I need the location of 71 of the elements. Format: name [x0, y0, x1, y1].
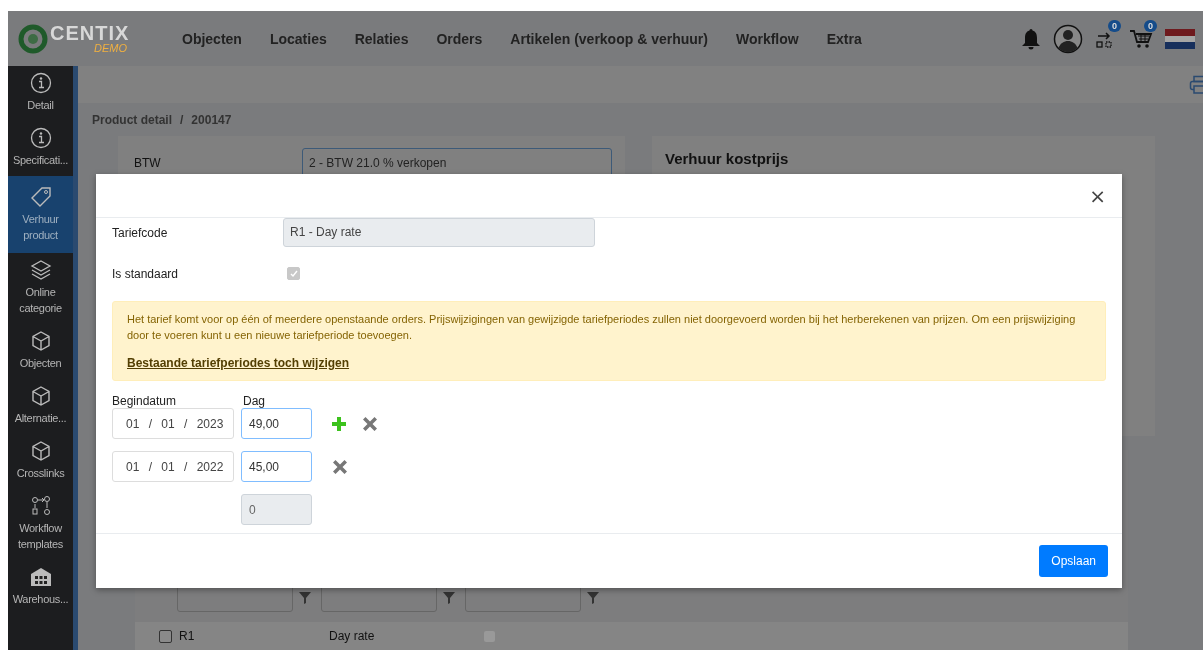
nav-link[interactable]: Workflow: [735, 30, 799, 47]
edit-periods-link[interactable]: Bestaande tariefperiodes toch wijzigen: [127, 356, 350, 370]
breadcrumb-separator: /: [180, 112, 184, 127]
sidebar-label: Verhuur product: [21, 212, 60, 243]
info-icon: [29, 72, 52, 94]
sidebar-label: Crosslinks: [15, 466, 66, 481]
sidebar-label: Online categorie: [18, 285, 63, 316]
notifications-bell-icon[interactable]: [1021, 27, 1041, 50]
date-field[interactable]: 01 / 01 / 2022: [112, 451, 234, 482]
nav-link[interactable]: Objecten: [182, 30, 242, 47]
date-field[interactable]: 01 / 01 / 2023: [112, 408, 234, 439]
logo-ring-icon: [18, 23, 48, 54]
sidebar-item[interactable]: Online categorie: [8, 253, 73, 324]
save-button[interactable]: Opslaan: [1039, 545, 1108, 577]
field-label: BTW: [134, 156, 162, 170]
column-label: Dag: [243, 394, 265, 408]
new-price-field: 0: [241, 494, 312, 525]
tag-icon: [29, 186, 52, 208]
tariff-code-field: R1 - Day rate: [283, 218, 595, 247]
sidebar-label: Objecten: [18, 356, 63, 371]
filter-icon[interactable]: [587, 592, 599, 604]
field-label: Is standaard: [112, 266, 180, 281]
sidebar-item[interactable]: Warehous...: [8, 560, 73, 615]
warning-text: Het tarief komt voor op één of meerdere openstaande orders. Prijswijzigingen van gewijzigde tariefperiodes zullen niet doorgevoerd worden bij het herberekenen van prijzen. Om een prijswijziging door te voeren kunt u een nieuwe tariefperiode toevoegen.: [127, 312, 1077, 343]
remove-icon[interactable]: [361, 414, 379, 433]
column-label: Begindatum: [112, 394, 178, 408]
field-label: Tariefcode: [112, 225, 169, 240]
sidebar-item[interactable]: Crosslinks: [8, 434, 73, 489]
user-avatar-icon[interactable]: [1053, 23, 1083, 54]
cube-icon: [29, 440, 52, 462]
filter-icon[interactable]: [443, 592, 455, 604]
nav-link[interactable]: Extra: [826, 30, 862, 47]
sidebar-item[interactable]: Objecten: [8, 324, 73, 379]
table-cell-text: R1: [179, 629, 196, 643]
table-cell-text: Day rate: [329, 629, 376, 643]
nav-link[interactable]: Artikelen (verkoop & verhuur): [510, 30, 708, 47]
flag-icon[interactable]: [1165, 28, 1195, 49]
close-button[interactable]: ×: [1085, 183, 1110, 208]
nav-link[interactable]: Locaties: [269, 30, 327, 47]
sidebar-label: Specificati...: [11, 153, 70, 168]
count-badge: 0: [1108, 19, 1121, 32]
row-checkbox[interactable]: [159, 629, 172, 643]
breadcrumb-item: 200147: [191, 112, 232, 127]
sidebar-label: Warehous...: [11, 592, 70, 607]
sidebar-item[interactable]: Specificati...: [8, 121, 73, 176]
nav-link[interactable]: Orders: [436, 30, 483, 47]
sidebar-label: Detail: [26, 98, 55, 113]
warehouse-icon: [29, 566, 52, 588]
price-field[interactable]: 45,00: [241, 451, 312, 482]
price-field[interactable]: 49,00: [241, 408, 312, 439]
layers-icon: [29, 259, 52, 281]
shopping-cart-icon[interactable]: [1129, 27, 1153, 50]
workflow-icon: [29, 495, 52, 517]
logo-subtitle: DEMO: [94, 43, 128, 54]
sidebar-item[interactable]: Alternatie...: [8, 379, 73, 434]
cube-icon: [29, 385, 52, 407]
info-icon: [29, 127, 52, 149]
remove-icon[interactable]: [331, 457, 349, 476]
add-icon[interactable]: [331, 415, 347, 432]
cube-icon: [29, 330, 52, 352]
count-badge: 0: [1144, 19, 1157, 32]
nav-link[interactable]: Relaties: [354, 30, 409, 47]
logo-wordmark: CENTIX: [50, 23, 130, 43]
sidebar-item[interactable]: Workflow templates: [8, 489, 73, 560]
card-title: Verhuur kostprijs: [664, 149, 790, 167]
printer-icon[interactable]: [1189, 74, 1203, 95]
filter-icon[interactable]: [299, 592, 311, 604]
sidebar-item[interactable]: Verhuur product: [8, 176, 73, 253]
sidebar-label: Alternatie...: [13, 411, 68, 426]
sidebar-item[interactable]: Detail: [8, 66, 73, 121]
sidebar-label: Workflow templates: [17, 521, 64, 552]
